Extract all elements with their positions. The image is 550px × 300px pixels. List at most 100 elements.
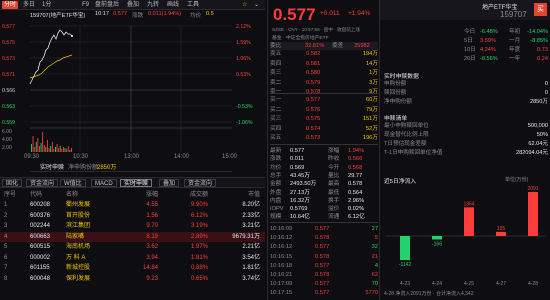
cell-code: 600208	[30, 202, 51, 208]
btab-guhua[interactable]: 固化	[2, 179, 23, 187]
table-row[interactable]: 8 600048 保利发展 9.23 0.65% 3.74亿	[0, 274, 265, 285]
cell-chg: 1.97%	[190, 244, 208, 250]
table-row[interactable]: 5 600515 海南机场 3.62 1.97% 2.21亿	[0, 242, 265, 253]
bids-level[interactable]: 买四 0.574 52万	[270, 125, 378, 133]
flow-row: 净申购份额 2850万	[384, 99, 548, 105]
chart-chg: 0.011(1.94%)	[148, 11, 182, 17]
asks-level[interactable]: 卖二 0.579 3万	[270, 79, 378, 87]
price-cursor-dot	[71, 35, 73, 37]
table-row[interactable]: 7 601155 新城控股 14.84 0.88% 1.81亿	[0, 263, 265, 274]
cell-amt: 9679.31万	[232, 233, 260, 240]
volume-bars	[31, 132, 72, 152]
cell-px: 14.84	[142, 265, 158, 271]
chevron-down-icon[interactable]: ⌄	[252, 1, 261, 9]
chart-avg-label: 均价	[190, 13, 202, 19]
table-row[interactable]: 4 600663 陆家嘴 8.19 2.89% 9679.31万	[0, 231, 265, 242]
chart-chg-label: 涨跌	[132, 13, 144, 19]
cell-name: 新城控股	[66, 265, 91, 271]
tick-row: 10:16:12 0.578 5	[270, 235, 378, 242]
volume-bar	[71, 148, 72, 152]
inflow-bar[interactable]	[400, 236, 410, 261]
list-row: 最小申购赎回单位 500,000	[384, 123, 548, 129]
asks-level[interactable]: 卖四 0.581 14万	[270, 60, 378, 68]
inflow-bar[interactable]	[464, 207, 474, 236]
level-label: 买四	[270, 125, 282, 132]
table-row[interactable]: 3 002244 滨江集团 9.70 3.19% 3.21亿	[0, 221, 265, 232]
level-label: 卖四	[270, 60, 282, 67]
bids-level[interactable]: 买五 0.573 196万	[270, 134, 378, 142]
tab-jiuzhuan[interactable]: 九转	[145, 1, 161, 9]
cell-px: 9.70	[146, 223, 158, 229]
table-row[interactable]: 1 600208 衢州发展 4.55 9.90% 8.20亿	[0, 200, 265, 211]
fund-category: 基金 · 中证全指房地产ETF	[272, 36, 329, 41]
pct-axis-label: 1.06%	[236, 56, 251, 62]
tab-huaxian[interactable]: 画线	[165, 1, 181, 9]
tab-f9[interactable]: F9	[80, 1, 91, 9]
btab-zijin[interactable]: 资金流向	[26, 179, 59, 187]
net-inflow-chart[interactable]: -1142 4-23 -166 4-24 1364 4-25 195 4-27 2091 4-28	[380, 184, 550, 288]
btab-macd[interactable]: MACD	[91, 179, 117, 187]
bids-level[interactable]: 买二 0.576 79万	[270, 106, 378, 114]
level-volume: 79万	[365, 106, 378, 113]
btab-zijin2[interactable]: 资金流向	[184, 179, 217, 187]
volume-bar	[61, 149, 63, 152]
inflow-bar[interactable]	[528, 192, 538, 236]
perf-row: 20日 -8.56% 一年 0.24	[464, 56, 548, 62]
inflow-bar[interactable]	[432, 236, 442, 240]
btab-shishi[interactable]: 实时申赎	[120, 179, 153, 187]
flow-strip-sub: 净申购份额	[68, 165, 99, 171]
asks-level[interactable]: 卖五 0.582 194万	[270, 50, 378, 58]
cell-name: 海南机场	[66, 244, 91, 250]
level-price: 0.581	[306, 60, 321, 67]
cell-px: 1.56	[146, 212, 158, 219]
volume-bar	[45, 147, 47, 152]
cell-code: 600515	[30, 244, 51, 250]
tick-row: 10:17:09 0.577 70	[270, 281, 378, 288]
bids-level[interactable]: 买一 0.577 60万	[270, 96, 378, 104]
intraday-chart[interactable]: 0.577 0.575 0.573 0.571 0.566 0.563 0.559 2.12…	[0, 20, 265, 153]
volume-bar	[64, 148, 66, 152]
cell-n: 8	[4, 275, 8, 282]
cell-n: 2	[4, 212, 8, 219]
cell-chg: 3.19%	[190, 223, 208, 229]
volume-bar	[59, 146, 61, 152]
btab-diejia[interactable]: 叠加	[159, 179, 180, 187]
asks-level[interactable]: 卖三 0.580 1万	[270, 69, 378, 77]
perf-row: 今日 -6.48% 年初 -14.04%	[464, 29, 548, 35]
price-axis-label: 0.571	[2, 72, 15, 78]
stat-row: IOPV 0.5769 溢价 0.02%	[270, 206, 365, 213]
volume-bar	[67, 146, 69, 152]
buy-button[interactable]: 买	[534, 3, 547, 16]
cell-chg: 0.88%	[190, 265, 208, 271]
cell-px: 9.23	[146, 275, 158, 282]
level-volume: 1万	[369, 70, 378, 77]
cell-n: 7	[4, 265, 8, 271]
btab-wzhi[interactable]: W值比	[60, 179, 86, 187]
tab-duori[interactable]: 多日	[21, 1, 37, 9]
pct-axis-label: -1.06%	[236, 120, 253, 126]
inflow-bar[interactable]	[496, 231, 506, 236]
tab-1min[interactable]: 1分	[40, 1, 53, 9]
table-row[interactable]: 2 600376 首开股份 1.56 6.12% 2.33亿	[0, 211, 265, 222]
tab-diejia[interactable]: 叠加	[125, 1, 141, 9]
time-axis: 09:30 10:30 13:00 14:00 15:00	[0, 153, 265, 161]
favorite-star-icon[interactable]: ☆	[240, 1, 249, 9]
tick-row: 10:16:15 0.578 21	[270, 253, 378, 260]
tab-fenshi[interactable]: 分时	[2, 1, 19, 9]
price-axis-label: 0.577	[2, 24, 15, 30]
table-row[interactable]: 6 000002 万 科 A 3.94 1.81% 3.54亿	[0, 253, 265, 264]
level-volume: 151万	[362, 116, 378, 123]
level-price: 0.580	[306, 70, 321, 77]
tick-row: 10:16:18 0.577 4	[270, 262, 378, 269]
flow-strip-value: 2850万	[97, 165, 117, 171]
level-volume: 14万	[365, 60, 378, 67]
bids-level[interactable]: 买三 0.575 151万	[270, 115, 378, 123]
level-label: 卖五	[270, 51, 282, 57]
cell-chg: 2.89%	[190, 233, 208, 240]
volume-bar	[32, 136, 34, 152]
pct-axis-label: 1.59%	[236, 40, 251, 46]
cell-amt: 2.33亿	[242, 212, 260, 219]
tab-tools[interactable]: 工具	[185, 1, 201, 9]
tab-panqian[interactable]: 盘前盘后	[93, 1, 121, 9]
bottom-tabs: 固化 资金流向 W值比 MACD 实时申赎 叠加 资金流向	[0, 177, 265, 188]
